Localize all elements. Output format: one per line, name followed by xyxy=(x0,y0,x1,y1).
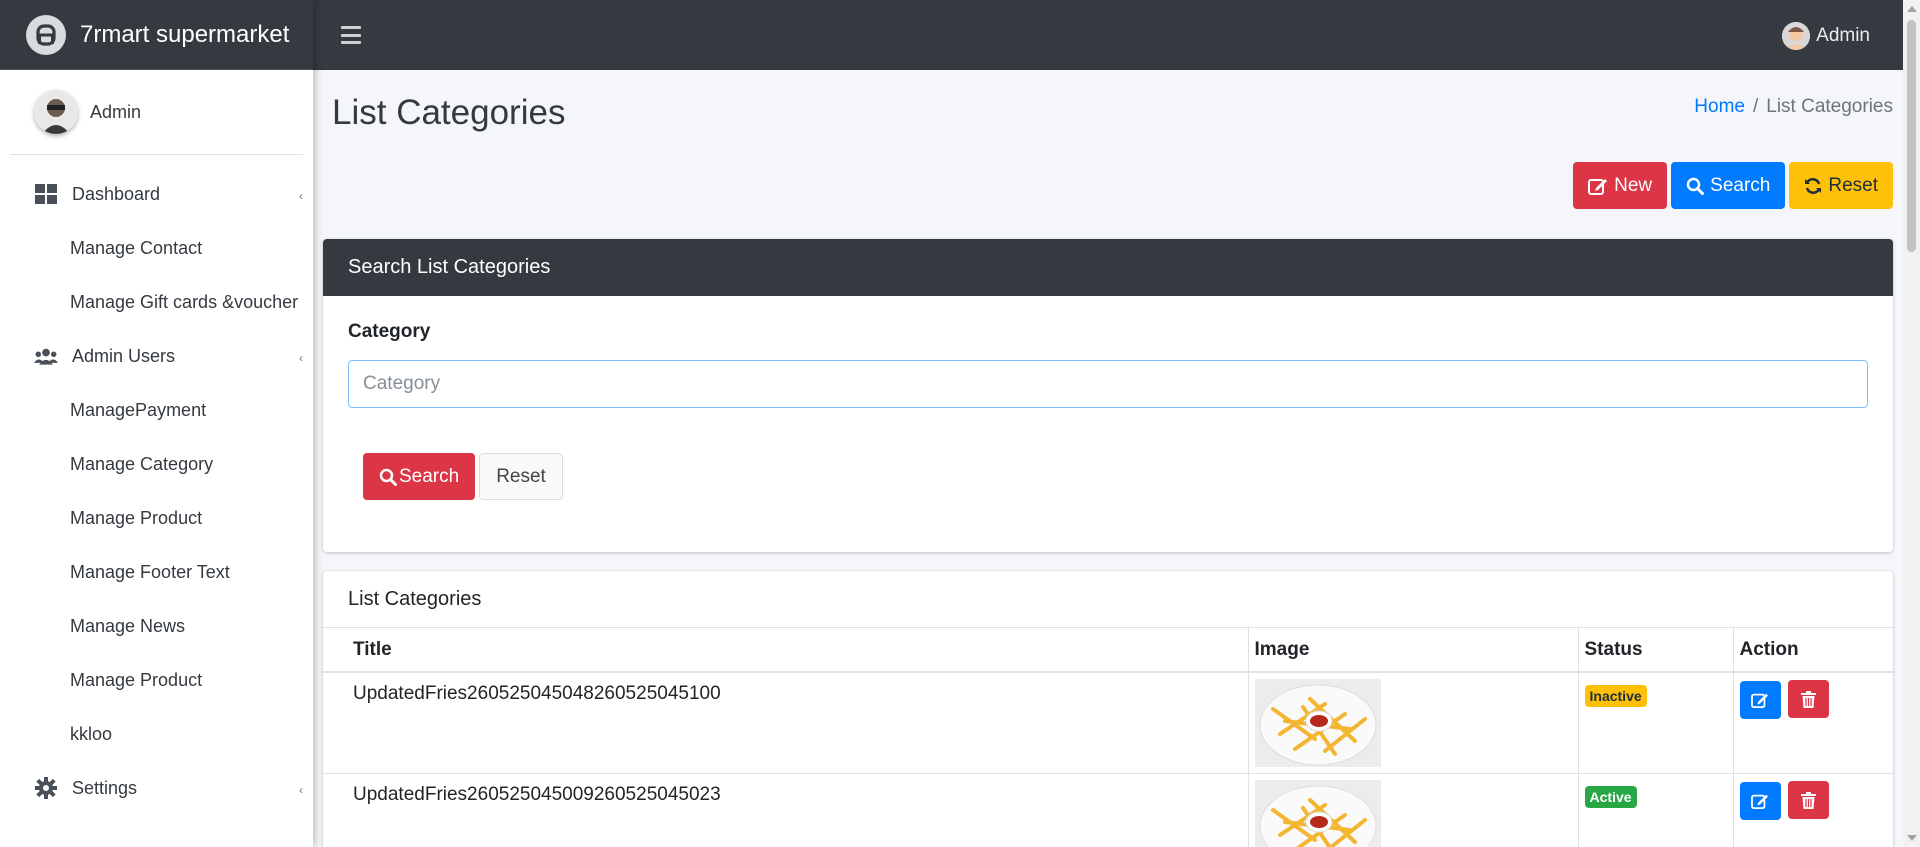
sidebar-item-manage-news[interactable]: Manage News xyxy=(0,599,313,653)
fries-image xyxy=(1254,780,1381,847)
breadcrumb-separator: / xyxy=(1752,96,1759,117)
top-navbar: Admin xyxy=(313,0,1920,70)
brand-link[interactable]: 7rmart supermarket xyxy=(0,0,313,70)
search-submit-button[interactable]: Search xyxy=(363,453,476,500)
user-name: Admin xyxy=(90,101,142,122)
row-title: UpdatedFries2605250450092605250450​23 xyxy=(323,773,1249,847)
search-submit-label: Search xyxy=(399,465,460,487)
delete-row-button[interactable] xyxy=(1787,781,1829,819)
brand-name: 7rmart supermarket xyxy=(80,20,290,48)
sidebar-item-manage-payment[interactable]: ManagePayment xyxy=(0,383,313,437)
new-button[interactable]: New xyxy=(1573,162,1668,209)
category-label: Category xyxy=(348,321,431,342)
user-avatar-icon xyxy=(1782,22,1811,50)
main-content: List Categories Home / List Categories New… xyxy=(313,70,1903,847)
column-header-title: Title xyxy=(323,628,1249,673)
sidebar-item-manage-contact[interactable]: Manage Contact xyxy=(0,221,313,275)
sidebar-nav: Dashboard ‹ Manage Contact Manage Gift c… xyxy=(0,155,313,815)
scrollbar-thumb[interactable] xyxy=(1907,20,1916,252)
column-header-image: Image xyxy=(1248,628,1579,673)
search-icon xyxy=(1686,177,1705,195)
brand-logo-icon xyxy=(26,14,66,55)
delete-row-button[interactable] xyxy=(1787,680,1829,718)
reset-button[interactable]: Reset xyxy=(1789,162,1893,209)
table-row: UpdatedFries2605250450092605250450​23 Ac… xyxy=(323,773,1893,847)
chevron-left-icon: ‹ xyxy=(299,351,303,365)
page-actions: New Search Reset xyxy=(1573,162,1893,209)
category-search-input[interactable] xyxy=(348,360,1868,408)
sidebar-item-label: Manage Product xyxy=(70,507,203,528)
top-user-name: Admin xyxy=(1816,25,1870,46)
list-card-title: List Categories xyxy=(323,571,1893,628)
sidebar-item-kkloo[interactable]: kkloo xyxy=(0,707,313,761)
user-panel[interactable]: Admin xyxy=(10,70,303,155)
edit-row-button[interactable] xyxy=(1739,680,1781,719)
sidebar-item-manage-product-2[interactable]: Manage Product xyxy=(0,653,313,707)
breadcrumb: Home / List Categories xyxy=(1694,96,1893,118)
sidebar-item-manage-product[interactable]: Manage Product xyxy=(0,491,313,545)
page-scrollbar[interactable] xyxy=(1903,0,1920,847)
sidebar-item-label: Manage News xyxy=(70,615,186,636)
table-row: UpdatedFries26052504504826052504510​0 In… xyxy=(323,672,1893,774)
sidebar-item-label: ManagePayment xyxy=(70,399,207,420)
sidebar: 7rmart supermarket Admin Dashboard ‹ Man… xyxy=(0,0,313,847)
edit-row-button[interactable] xyxy=(1739,781,1781,820)
sidebar-item-manage-gift-cards[interactable]: Manage Gift cards &voucher xyxy=(0,275,313,329)
sidebar-item-dashboard[interactable]: Dashboard ‹ xyxy=(0,167,313,221)
scroll-up-arrow-icon[interactable] xyxy=(1907,6,1917,12)
hamburger-menu-icon[interactable] xyxy=(341,26,361,44)
sidebar-item-label: Settings xyxy=(72,777,138,798)
sidebar-item-settings[interactable]: Settings ‹ xyxy=(0,761,313,815)
sidebar-item-manage-footer-text[interactable]: Manage Footer Text xyxy=(0,545,313,599)
refresh-icon xyxy=(1805,177,1822,194)
sidebar-item-label: Manage Product xyxy=(70,669,203,690)
list-card: List Categories Title Image Status Actio… xyxy=(323,571,1893,847)
column-header-action: Action xyxy=(1733,628,1893,673)
top-user-menu[interactable]: Admin xyxy=(1782,22,1870,50)
sidebar-item-manage-category[interactable]: Manage Category xyxy=(0,437,313,491)
categories-table: Title Image Status Action UpdatedFries26… xyxy=(323,628,1893,847)
status-badge: Inactive xyxy=(1584,685,1647,707)
fries-image xyxy=(1254,679,1381,767)
edit-icon xyxy=(1751,794,1768,809)
users-icon xyxy=(34,344,58,368)
search-card-title: Search List Categories xyxy=(323,239,1893,296)
scroll-down-arrow-icon[interactable] xyxy=(1907,835,1917,841)
new-button-label: New xyxy=(1614,174,1653,196)
table-header-row: Title Image Status Action xyxy=(323,628,1893,673)
search-reset-button[interactable]: Reset xyxy=(479,453,563,500)
trash-icon xyxy=(1800,690,1816,708)
search-card: Search List Categories Category Search R… xyxy=(323,239,1893,552)
sidebar-item-admin-users[interactable]: Admin Users ‹ xyxy=(0,329,313,383)
search-icon xyxy=(379,468,397,486)
status-badge: Active xyxy=(1584,786,1637,808)
avatar xyxy=(34,90,78,134)
sidebar-item-label: Manage Category xyxy=(70,453,214,474)
dashboard-icon xyxy=(34,182,58,206)
breadcrumb-home-link[interactable]: Home xyxy=(1694,96,1745,117)
sidebar-item-label: Manage Contact xyxy=(70,237,203,258)
sidebar-item-label: Dashboard xyxy=(72,183,161,204)
sidebar-item-label: Manage Gift cards &voucher xyxy=(70,291,299,312)
sidebar-item-label: Admin Users xyxy=(72,345,176,366)
search-button[interactable]: Search xyxy=(1671,162,1786,209)
edit-icon xyxy=(1751,693,1768,708)
sidebar-item-label: Manage Footer Text xyxy=(70,561,230,582)
search-button-label: Search xyxy=(1710,174,1771,196)
search-form-actions: Search Reset xyxy=(363,453,563,500)
sidebar-item-label: kkloo xyxy=(70,723,113,744)
row-title: UpdatedFries26052504504826052504510​0 xyxy=(323,672,1249,774)
breadcrumb-current: List Categories xyxy=(1766,96,1893,117)
chevron-left-icon: ‹ xyxy=(299,189,303,203)
chevron-left-icon: ‹ xyxy=(299,783,303,797)
column-header-status: Status xyxy=(1578,628,1734,673)
search-reset-label: Reset xyxy=(496,465,546,487)
page-title: List Categories xyxy=(332,93,566,132)
trash-icon xyxy=(1800,791,1816,809)
edit-icon xyxy=(1588,178,1608,195)
reset-button-label: Reset xyxy=(1828,174,1878,196)
gear-icon xyxy=(34,776,58,800)
